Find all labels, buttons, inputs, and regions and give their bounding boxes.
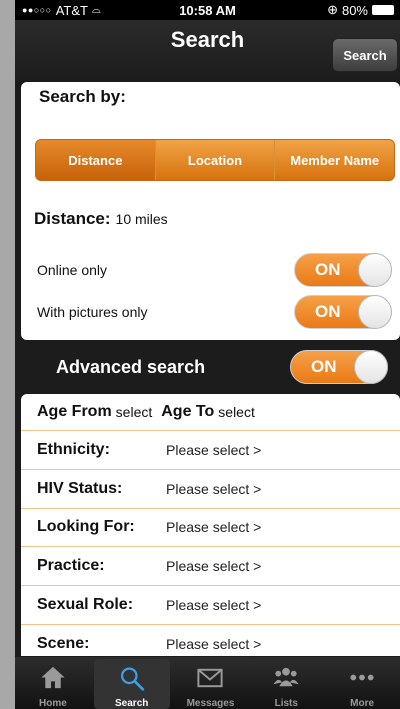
hiv-status-value[interactable]: Please select > — [166, 481, 261, 497]
people-icon — [273, 667, 299, 687]
search-by-label: Search by: — [39, 87, 126, 106]
age-to-select[interactable]: select — [218, 404, 255, 420]
search-by-segmented-control: Distance Location Member Name — [35, 139, 395, 181]
age-from-select[interactable]: select — [116, 404, 153, 420]
hiv-status-label: HIV Status: — [37, 479, 123, 497]
tab-lists[interactable]: Lists — [248, 657, 324, 709]
practice-label: Practice: — [37, 557, 105, 575]
list-item-hiv-status[interactable]: HIV Status: Please select > — [21, 470, 400, 509]
list-item-practice[interactable]: Practice: Please select > — [21, 547, 400, 586]
with-pictures-label: With pictures only — [37, 304, 148, 320]
toggle-knob — [358, 253, 392, 287]
tab-home[interactable]: Home — [15, 657, 91, 709]
envelope-icon — [197, 668, 224, 688]
ethnicity-value[interactable]: Please select > — [166, 442, 261, 458]
advanced-search-row: Advanced search ON — [15, 348, 400, 386]
navigation-bar: Search Search — [15, 20, 400, 88]
segment-member-name[interactable]: Member Name — [275, 140, 394, 180]
advanced-search-toggle[interactable]: ON — [290, 350, 388, 384]
toggle-knob — [354, 350, 388, 384]
list-item-sexual-role[interactable]: Sexual Role: Please select > — [21, 586, 400, 625]
practice-value[interactable]: Please select > — [166, 558, 261, 574]
age-range-row: Age From select Age To select — [21, 394, 400, 431]
online-only-label: Online only — [37, 262, 108, 278]
scene-value[interactable]: Please select > — [166, 636, 261, 652]
toggle-state-text: ON — [315, 260, 341, 279]
advanced-criteria-list: Age From select Age To select Ethnicity:… — [21, 394, 400, 656]
tab-messages[interactable]: Messages — [173, 657, 249, 709]
tab-bar: Home Search Messages Lists More — [15, 657, 400, 709]
search-button[interactable]: Search — [332, 38, 398, 72]
looking-for-value[interactable]: Please select > — [166, 519, 261, 535]
list-item-scene[interactable]: Scene: Please select > — [21, 625, 400, 656]
online-only-toggle[interactable]: ON — [294, 253, 392, 287]
segment-distance[interactable]: Distance — [36, 140, 156, 180]
tab-more-label: More — [350, 698, 375, 709]
tab-more[interactable]: More — [324, 657, 400, 709]
list-item-ethnicity[interactable]: Ethnicity: Please select > — [21, 431, 400, 470]
sexual-role-value[interactable]: Please select > — [166, 597, 261, 613]
scene-label: Scene: — [37, 634, 90, 652]
online-only-row: Online only ON — [37, 253, 400, 287]
with-pictures-toggle[interactable]: ON — [294, 295, 392, 329]
distance-row[interactable]: Distance: 10 miles — [34, 209, 168, 229]
tab-lists-label: Lists — [274, 698, 298, 709]
sexual-role-label: Sexual Role: — [37, 595, 134, 613]
ellipsis-icon — [350, 674, 374, 681]
age-to-label: Age To — [161, 403, 215, 420]
search-options-panel: Search by: Distance Location Member Name… — [21, 82, 400, 340]
distance-value[interactable]: 10 miles — [116, 211, 168, 227]
with-pictures-row: With pictures only ON — [37, 295, 400, 329]
looking-for-label: Looking For: — [37, 518, 135, 536]
tab-search[interactable]: Search — [93, 659, 170, 709]
tab-home-label: Home — [39, 698, 67, 709]
tab-search-label: Search — [115, 698, 149, 709]
toggle-state-text: ON — [311, 357, 337, 376]
distance-label: Distance: — [34, 209, 111, 228]
list-item-looking-for[interactable]: Looking For: Please select > — [21, 509, 400, 548]
age-from-label: Age From — [37, 403, 112, 420]
advanced-search-label: Advanced search — [56, 357, 206, 377]
tab-messages-label: Messages — [186, 698, 235, 709]
house-icon — [41, 666, 65, 689]
magnifier-icon — [120, 667, 144, 691]
phone-screen: ●●○○○ AT&T ⌓ 10:58 AM ⊕ 80% Search Searc… — [15, 0, 400, 709]
toggle-state-text: ON — [315, 302, 341, 321]
segment-location[interactable]: Location — [156, 140, 276, 180]
ethnicity-label: Ethnicity: — [37, 440, 110, 458]
toggle-knob — [358, 295, 392, 329]
